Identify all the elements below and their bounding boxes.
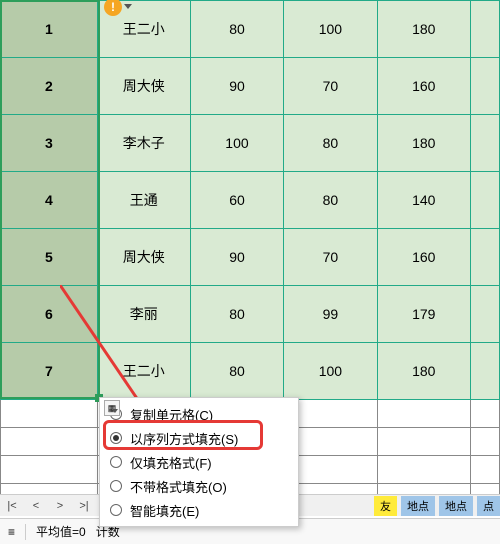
value-cell[interactable]: 180 [377,1,470,58]
status-average: 平均值=0 [36,523,86,540]
menu-fill-no-format[interactable]: 不带格式填充(O) [100,474,298,498]
value-cell[interactable]: 160 [377,229,470,286]
status-section-icon[interactable]: ≡ [8,525,15,539]
name-cell[interactable]: 李丽 [97,286,190,343]
value-cell[interactable] [471,1,500,58]
row-index-cell[interactable]: 5 [1,229,98,286]
value-cell[interactable]: 90 [190,229,283,286]
table-row[interactable]: 1王二小80100180 [1,1,500,58]
row-index-cell[interactable]: 1 [1,1,98,58]
value-cell[interactable] [471,115,500,172]
name-cell[interactable]: 周大侠 [97,58,190,115]
value-cell[interactable]: 70 [284,229,377,286]
menu-label: 不带格式填充(O) [130,477,227,496]
value-cell[interactable]: 80 [190,343,283,400]
sheet-tab[interactable]: 地点 [439,496,473,516]
value-cell[interactable]: 100 [284,1,377,58]
menu-label: 智能填充(E) [130,501,199,520]
radio-checked-icon [110,432,122,444]
nav-prev-icon[interactable]: < [26,497,46,515]
nav-first-icon[interactable]: |< [2,497,22,515]
sheet-tab[interactable]: 友 [374,496,397,516]
table-row[interactable]: 4王通6080140 [1,172,500,229]
value-cell[interactable]: 70 [284,58,377,115]
menu-copy-cells[interactable]: 复制单元格(C) [100,402,298,426]
value-cell[interactable]: 80 [190,1,283,58]
autofill-options-button[interactable]: ▦ [104,400,120,416]
value-cell[interactable]: 100 [284,343,377,400]
value-cell[interactable]: 80 [190,286,283,343]
menu-fill-series[interactable]: 以序列方式填充(S) [100,426,298,450]
warning-dropdown-icon[interactable] [124,0,134,10]
table-row[interactable]: 7王二小80100180 [1,343,500,400]
value-cell[interactable]: 160 [377,58,470,115]
name-cell[interactable]: 周大侠 [97,229,190,286]
menu-label: 复制单元格(C) [130,405,213,424]
radio-icon [110,480,122,492]
autofill-options-menu: 复制单元格(C) 以序列方式填充(S) 仅填充格式(F) 不带格式填充(O) 智… [99,397,299,527]
row-index-cell[interactable]: 6 [1,286,98,343]
row-index-cell[interactable]: 7 [1,343,98,400]
name-cell[interactable]: 王二小 [97,343,190,400]
name-cell[interactable]: 王通 [97,172,190,229]
row-index-cell[interactable]: 3 [1,115,98,172]
value-cell[interactable]: 80 [284,115,377,172]
sheet-tab[interactable]: 地点 [401,496,435,516]
value-cell[interactable]: 179 [377,286,470,343]
value-cell[interactable] [471,229,500,286]
table-row[interactable]: 2周大侠9070160 [1,58,500,115]
value-cell[interactable] [471,286,500,343]
value-cell[interactable]: 100 [190,115,283,172]
divider [25,524,26,540]
value-cell[interactable]: 180 [377,343,470,400]
nav-last-icon[interactable]: >| [74,497,94,515]
name-cell[interactable]: 李木子 [97,115,190,172]
table-row[interactable]: 5周大侠9070160 [1,229,500,286]
sheet-tab[interactable]: 点 [477,496,500,516]
table-row[interactable]: 3李木子10080180 [1,115,500,172]
menu-label: 以序列方式填充(S) [130,429,238,448]
radio-icon [110,504,122,516]
value-cell[interactable] [471,58,500,115]
row-index-cell[interactable]: 2 [1,58,98,115]
value-cell[interactable]: 180 [377,115,470,172]
row-index-cell[interactable]: 4 [1,172,98,229]
radio-icon [110,456,122,468]
menu-label: 仅填充格式(F) [130,453,212,472]
value-cell[interactable]: 99 [284,286,377,343]
table-row[interactable]: 6李丽8099179 [1,286,500,343]
nav-next-icon[interactable]: > [50,497,70,515]
value-cell[interactable]: 60 [190,172,283,229]
value-cell[interactable]: 140 [377,172,470,229]
menu-smart-fill[interactable]: 智能填充(E) [100,498,298,522]
value-cell[interactable] [471,172,500,229]
menu-fill-formats[interactable]: 仅填充格式(F) [100,450,298,474]
value-cell[interactable]: 90 [190,58,283,115]
value-cell[interactable] [471,343,500,400]
value-cell[interactable]: 80 [284,172,377,229]
